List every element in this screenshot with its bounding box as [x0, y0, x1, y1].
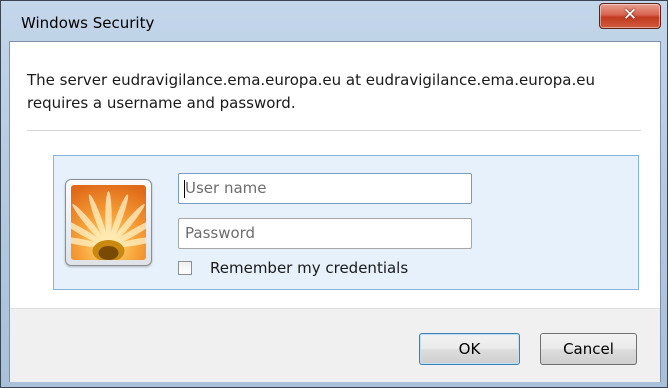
message-line-1: The server eudravigilance.ema.europa.eu … [27, 71, 595, 89]
close-button[interactable]: ✕ [599, 3, 661, 29]
user-tile-icon [65, 179, 152, 266]
message-line-2: requires a username and password. [27, 94, 296, 112]
window-title: Windows Security [21, 14, 155, 32]
text-cursor [184, 180, 185, 198]
username-placeholder: User name [185, 179, 267, 197]
dialog-content: The server eudravigilance.ema.europa.eu … [9, 41, 661, 382]
password-placeholder: Password [185, 224, 256, 242]
cancel-button[interactable]: Cancel [540, 333, 637, 365]
password-field[interactable]: Password [178, 218, 472, 249]
credential-panel: User name Password Remember my credentia… [53, 155, 639, 290]
button-bar: OK Cancel [10, 308, 660, 382]
windows-security-dialog: Windows Security ✕ The server eudravigil… [0, 0, 668, 388]
title-bar[interactable]: Windows Security ✕ [1, 1, 667, 41]
remember-label[interactable]: Remember my credentials [210, 259, 408, 277]
ok-button[interactable]: OK [419, 333, 520, 365]
close-icon: ✕ [622, 5, 638, 25]
separator [27, 130, 641, 131]
server-message: The server eudravigilance.ema.europa.eu … [27, 69, 647, 115]
username-field[interactable]: User name [178, 173, 472, 204]
remember-checkbox[interactable] [178, 261, 192, 275]
